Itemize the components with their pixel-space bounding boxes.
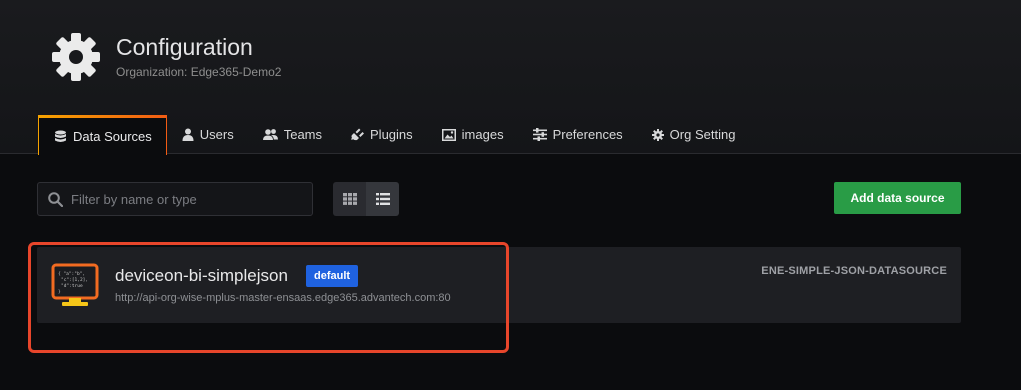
tab-label: Plugins <box>370 127 413 142</box>
default-badge: default <box>306 265 359 287</box>
datasource-name: deviceon-bi-simplejson <box>115 266 288 285</box>
gear-icon <box>52 33 100 81</box>
datasource-card[interactable]: { "a":"b", "c":[1,2], "d":true } deviceo… <box>37 247 961 323</box>
filter-search-box[interactable] <box>37 182 313 216</box>
database-icon <box>55 130 66 142</box>
search-icon <box>48 191 63 207</box>
sliders-icon <box>532 128 547 141</box>
tab-plugins[interactable]: Plugins <box>336 115 427 154</box>
user-icon <box>182 128 194 141</box>
tab-users[interactable]: Users <box>167 115 248 154</box>
plug-icon <box>351 128 364 141</box>
tab-org-setting[interactable]: Org Setting <box>637 115 750 154</box>
tab-label: Users <box>199 127 234 142</box>
tab-teams[interactable]: Teams <box>248 115 336 154</box>
tab-bar: Data Sources Users Teams Plugins images … <box>38 115 750 155</box>
view-mode-toggle <box>333 182 399 216</box>
svg-text:"c":[1,2],: "c":[1,2], <box>61 277 88 283</box>
tab-preferences[interactable]: Preferences <box>518 115 637 154</box>
list-view-button[interactable] <box>366 182 399 216</box>
tab-label: Preferences <box>552 127 623 142</box>
tab-data-sources[interactable]: Data Sources <box>38 115 167 155</box>
datasource-type: ENE-SIMPLE-JSON-DATASOURCE <box>761 265 947 277</box>
tab-label: Data Sources <box>73 129 152 144</box>
list-icon <box>375 193 390 205</box>
page-subtitle: Organization: Edge365-Demo2 <box>116 65 282 79</box>
page-title: Configuration <box>116 34 253 60</box>
svg-text:"d":true: "d":true <box>61 283 83 289</box>
svg-text:{ "a":"b",: { "a":"b", <box>58 271 85 277</box>
svg-text:}: } <box>58 289 61 295</box>
users-icon <box>262 129 278 140</box>
tab-label: Teams <box>283 127 323 142</box>
tab-label: Org Setting <box>669 127 736 142</box>
tab-images[interactable]: images <box>427 115 518 154</box>
search-input[interactable] <box>71 191 291 207</box>
tab-label: images <box>461 127 504 142</box>
image-icon <box>441 128 456 141</box>
page-header: Configuration Organization: Edge365-Demo… <box>0 0 1021 155</box>
cog-icon <box>651 128 664 141</box>
add-data-source-button[interactable]: Add data source <box>834 182 961 214</box>
grid-view-button[interactable] <box>333 182 366 216</box>
datasource-url: http://api-org-wise-mplus-master-ensaas.… <box>115 292 451 304</box>
grid-icon <box>342 193 357 205</box>
simplejson-logo-icon: { "a":"b", "c":[1,2], "d":true } <box>51 263 99 306</box>
